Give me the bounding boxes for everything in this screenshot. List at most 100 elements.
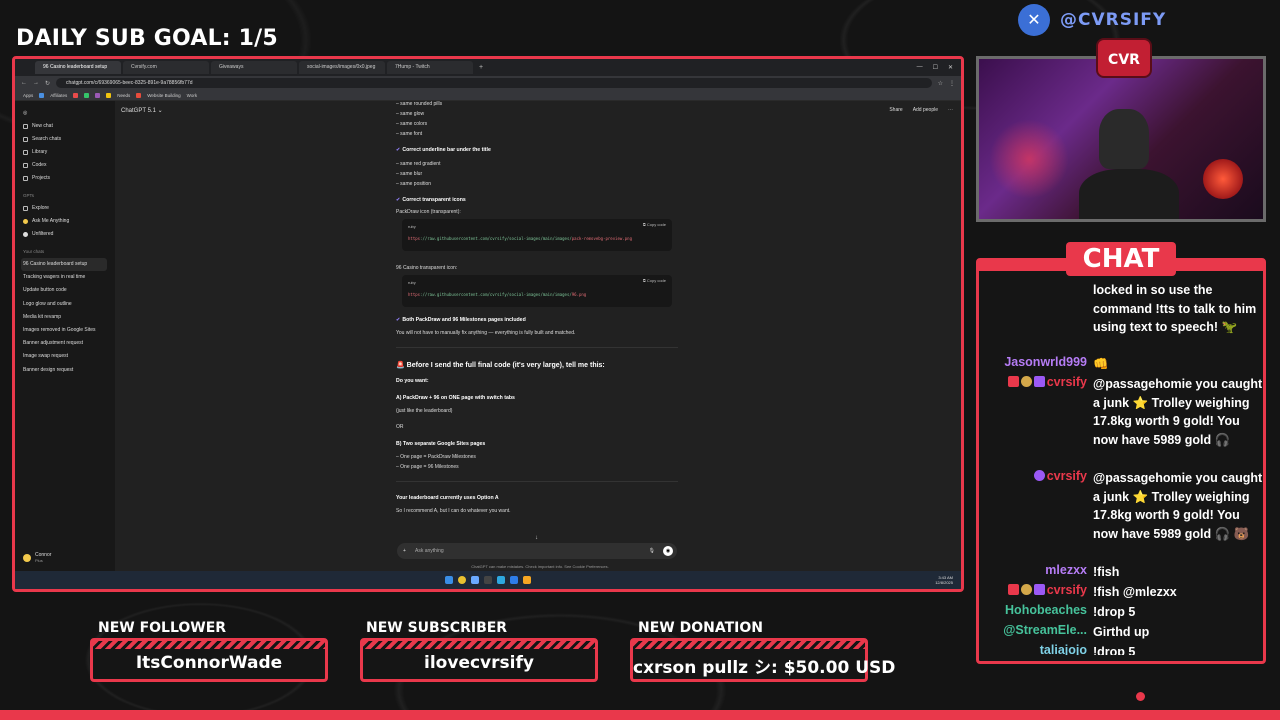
file-explorer-icon[interactable] — [523, 576, 531, 584]
sidebar-item-codex[interactable]: Codex — [23, 159, 107, 172]
minimize-icon[interactable]: — — [917, 64, 923, 71]
model-selector[interactable]: ChatGPT 5.1 ⌄ — [121, 107, 163, 114]
webcam-person-body — [1079, 169, 1179, 219]
composer-placeholder: Ask anything — [415, 548, 444, 554]
forward-icon[interactable]: → — [33, 80, 39, 86]
alert-box: ItsConnorWade — [90, 638, 328, 682]
add-people-button[interactable]: Add people — [913, 107, 938, 113]
share-button[interactable]: Share — [889, 107, 902, 113]
bookmark-item[interactable]: Apps — [23, 93, 33, 98]
scroll-down-icon[interactable]: ↓ — [535, 535, 538, 541]
url-bar[interactable]: chatgpt.com/c/69369065-beec-8325-891e-9a… — [56, 78, 932, 88]
bookmark-item[interactable]: Needs — [117, 93, 130, 98]
chat-message: @StreamEle... Girthd up — [979, 623, 1263, 642]
sidebar-chat-item[interactable]: Banner adjustment request — [23, 337, 107, 350]
sidebar-item-explore[interactable]: Explore — [23, 202, 107, 215]
follower-alert: NEW FOLLOWER ItsConnorWade — [90, 620, 328, 682]
bookmark-icon[interactable] — [73, 92, 79, 98]
sidebar-chat-item[interactable]: Banner design request — [23, 364, 107, 377]
chatgpt-logo-icon[interactable]: ◎ — [23, 107, 107, 120]
chat-text: !fish @mlezxx — [1093, 585, 1177, 599]
browser-tab[interactable]: social-images/images/0x0.jpeg — [299, 61, 385, 74]
gpts-header: GPTs — [23, 193, 35, 198]
sidebar-item-search[interactable]: Search chats — [23, 133, 107, 146]
bookmark-icon[interactable] — [106, 92, 112, 98]
steam-icon[interactable] — [471, 576, 479, 584]
code-language: ruby — [408, 224, 416, 229]
sidebar-item-library[interactable]: Library — [23, 146, 107, 159]
bookmark-item[interactable]: Website Building — [147, 93, 180, 98]
bookmark-icon[interactable] — [136, 92, 142, 98]
chat-message: Hohobeaches !drop 5 — [979, 603, 1263, 622]
mic-icon[interactable]: 🎙 — [649, 543, 655, 559]
sidebar-chat-item[interactable]: Images removed in Google Sites — [23, 324, 107, 337]
message-heading: ✔ Both PackDraw and 96 Milestones pages i… — [396, 317, 526, 323]
chat-username: cvrsify — [979, 375, 1093, 450]
chrome-icon[interactable] — [458, 576, 466, 584]
sidebar-chat-item[interactable]: Update button code — [23, 284, 107, 297]
chat-composer[interactable]: + Ask anything 🎙 ◉ — [397, 543, 677, 559]
header-actions: Share Add people ⋯ — [889, 107, 953, 113]
bookmark-item[interactable]: Work — [187, 93, 197, 98]
webcam-feed — [976, 56, 1266, 222]
chat-username: cvrsify — [979, 583, 1093, 602]
message-line: – same font — [396, 131, 423, 137]
copy-code-button[interactable]: ⧉ Copy code — [643, 278, 666, 283]
system-clock[interactable]: 3:43 AM 12/8/2025 — [935, 575, 953, 585]
check-icon: ✔ — [396, 197, 401, 203]
new-tab-icon[interactable]: + — [475, 64, 487, 71]
maximize-icon[interactable]: ☐ — [933, 64, 938, 71]
option-a: A) PackDraw + 96 on ONE page with switch… — [396, 395, 515, 401]
menu-icon[interactable]: ⋮ — [949, 80, 955, 87]
bookmark-icon[interactable] — [39, 92, 45, 98]
sidebar-chat-item[interactable]: Media kit revamp — [23, 311, 107, 324]
bookmark-icon[interactable] — [84, 92, 90, 98]
windows-start-icon[interactable] — [445, 576, 453, 584]
sidebar-item-gpt[interactable]: Unfiltered — [23, 228, 107, 241]
sidebar-chat-item[interactable]: Image swap request — [23, 350, 107, 363]
sidebar-chat-item[interactable]: Logo glow and outline — [23, 298, 107, 311]
chat-message: Jasonwrld999 👊 — [979, 355, 1263, 374]
star-icon[interactable]: ☆ — [938, 80, 943, 87]
bookmark-icon[interactable] — [95, 92, 101, 98]
folder-icon — [23, 176, 28, 181]
chat-username: mlezxx — [1045, 563, 1087, 577]
browser-tab[interactable]: Giveaways — [211, 61, 297, 74]
sidebar-item-gpt[interactable]: Ask Me Anything — [23, 215, 107, 228]
message-line: – One page = PackDraw Milestones — [396, 454, 476, 460]
alert-value: ilovecvrsify — [424, 653, 534, 673]
copy-code-button[interactable]: ⧉ Copy code — [643, 222, 666, 227]
check-icon: ✔ — [396, 317, 401, 323]
sub-badge-icon — [1020, 376, 1032, 387]
app-icon[interactable] — [497, 576, 505, 584]
sidebar-item-new-chat[interactable]: New chat — [23, 120, 107, 133]
message-line: – same position — [396, 181, 432, 187]
reload-icon[interactable]: ↻ — [45, 80, 50, 87]
user-profile[interactable]: Connor Plus — [23, 552, 51, 563]
subscriber-alert: NEW SUBSCRIBER ilovecvrsify — [360, 620, 598, 682]
accent-dot — [1136, 692, 1145, 701]
chevron-down-icon: ⌄ — [157, 108, 163, 114]
chat-message: cvrsify @passagehomie you caught a junk … — [979, 375, 1263, 450]
plus-icon[interactable]: + — [403, 543, 406, 559]
message-line: – One page = 96 Milestones — [396, 464, 459, 470]
alert-stripe — [633, 641, 865, 649]
app-icon[interactable] — [484, 576, 492, 584]
message-heading: ✔ Correct transparent icons — [396, 197, 466, 203]
browser-tab[interactable]: 96 Casino leaderboard setup — [35, 61, 121, 74]
app-icon[interactable] — [510, 576, 518, 584]
browser-tab[interactable]: 7Hump - Twitch — [387, 61, 473, 74]
chats-header: Your chats — [23, 249, 45, 254]
voice-mode-icon[interactable]: ◉ — [663, 546, 673, 556]
chat-username: taliajojo — [1039, 643, 1087, 655]
bookmark-item[interactable]: Affiliates — [50, 93, 67, 98]
browser-tab[interactable]: Cvrsify.com — [123, 61, 209, 74]
more-icon[interactable]: ⋯ — [948, 107, 953, 113]
sidebar-chat-item[interactable]: Tracking wagers in real time — [23, 271, 107, 284]
message-heading: ✔ Correct underline bar under the title — [396, 147, 491, 153]
sidebar-chat-item[interactable]: 96 Casino leaderboard setup — [21, 258, 107, 272]
sidebar-item-projects[interactable]: Projects — [23, 172, 107, 185]
close-icon[interactable]: ✕ — [948, 64, 953, 71]
broadcaster-badge-icon — [1007, 376, 1019, 387]
back-icon[interactable]: ← — [21, 80, 27, 86]
